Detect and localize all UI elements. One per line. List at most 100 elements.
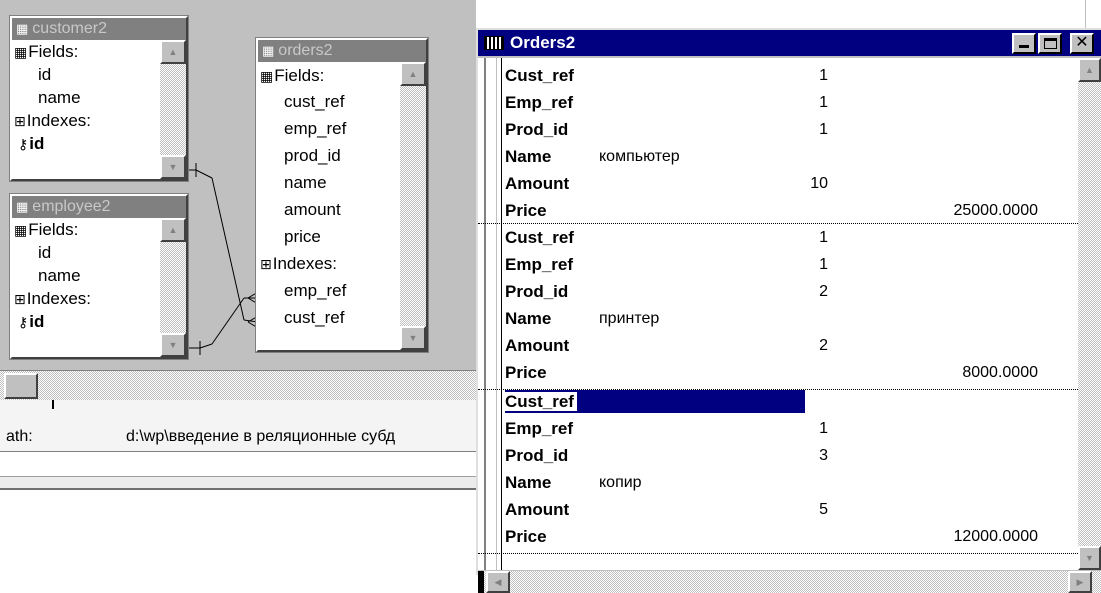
scroll-up-button[interactable]: ▲ bbox=[160, 218, 186, 242]
scroll-down-button[interactable]: ▼ bbox=[160, 155, 186, 179]
field-name[interactable]: Name компьютер bbox=[505, 143, 680, 170]
vertical-scrollbar[interactable]: ▲ ▼ bbox=[400, 62, 426, 350]
value-prod-id[interactable]: 2 bbox=[768, 278, 828, 305]
link-customer-orders bbox=[195, 169, 213, 179]
record-indicator bbox=[478, 571, 484, 593]
value-price[interactable]: 8000.0000 bbox=[898, 359, 1038, 386]
field-name[interactable]: Name принтер bbox=[505, 305, 659, 332]
field-amount[interactable]: Amount bbox=[505, 170, 569, 197]
field-amount[interactable]: Amount bbox=[505, 332, 569, 359]
fields-icon: ▦ bbox=[14, 44, 28, 60]
value-price[interactable]: 12000.0000 bbox=[898, 523, 1038, 550]
table-orders2[interactable]: ▦ orders2 ▦Fields: cust_ref emp_ref prod_… bbox=[255, 37, 429, 353]
value-amount[interactable]: 2 bbox=[768, 332, 828, 359]
path-value: d:\wp\введение в реляционные субд bbox=[126, 428, 396, 445]
table-customer2[interactable]: ▦ customer2 ▦Fields: id name ⊞Indexes: ⚷i… bbox=[9, 15, 189, 182]
form-icon[interactable] bbox=[484, 36, 504, 50]
field-emp-ref[interactable]: Emp_ref bbox=[505, 415, 573, 442]
table-employee2-title[interactable]: ▦ employee2 bbox=[12, 196, 186, 218]
field-prod-id[interactable]: Prod_id bbox=[505, 278, 568, 305]
field-item[interactable]: name bbox=[12, 86, 160, 109]
field-item[interactable]: name bbox=[258, 171, 400, 198]
field-price[interactable]: Price bbox=[505, 359, 547, 386]
vertical-scrollbar[interactable]: ▲ ▼ bbox=[160, 218, 186, 357]
key-icon: ⚷ bbox=[18, 314, 29, 330]
field-item[interactable]: price bbox=[258, 225, 400, 252]
value-name[interactable]: копир bbox=[599, 469, 642, 496]
table-employee2[interactable]: ▦ employee2 ▦Fields: id name ⊞Indexes: ⚷i… bbox=[9, 193, 189, 360]
scroll-up-button[interactable]: ▲ bbox=[400, 62, 426, 86]
maximize-button[interactable] bbox=[1038, 33, 1062, 54]
record-current: Cust_ref 1 Emp_ref 1 Prod_id 3 Name копи… bbox=[478, 386, 1078, 554]
value-amount[interactable]: 5 bbox=[768, 496, 828, 523]
orders2-form-window[interactable]: Orders2 ✕ Cust_ref 1 Emp_ref 1 Prod_id 1… bbox=[476, 28, 1101, 593]
form-horizontal-scrollbar[interactable]: ◀ ▶ bbox=[478, 571, 1101, 593]
indexes-header: ⊞Indexes: bbox=[260, 254, 337, 273]
window-title-bar[interactable]: Orders2 ✕ bbox=[478, 30, 1101, 56]
fields-header: ▦Fields: bbox=[260, 66, 325, 85]
value-cust-ref[interactable]: 1 bbox=[768, 62, 828, 89]
form-vertical-scrollbar[interactable]: ▲ ▼ bbox=[1078, 58, 1101, 570]
field-emp-ref[interactable]: Emp_ref bbox=[505, 251, 573, 278]
field-cust-ref[interactable]: Cust_ref bbox=[505, 224, 574, 251]
scroll-down-button[interactable]: ▼ bbox=[1078, 546, 1101, 570]
scroll-right-button[interactable]: ▶ bbox=[1068, 571, 1092, 593]
fields-icon: ▦ bbox=[260, 68, 274, 84]
scroll-down-button[interactable]: ▼ bbox=[400, 326, 426, 350]
value-prod-id[interactable]: 3 bbox=[768, 442, 828, 469]
table-orders2-title[interactable]: ▦ orders2 bbox=[258, 40, 426, 62]
field-prod-id[interactable]: Prod_id bbox=[505, 442, 568, 469]
table-icon: ▦ bbox=[16, 21, 29, 36]
value-emp-ref[interactable]: 1 bbox=[768, 89, 828, 116]
link-employee-orders-diag bbox=[211, 297, 245, 345]
path-label: ath: bbox=[6, 428, 33, 445]
field-cust-ref[interactable]: Cust_ref bbox=[505, 388, 577, 415]
field-item[interactable]: name bbox=[12, 264, 160, 287]
value-emp-ref[interactable]: 1 bbox=[768, 415, 828, 442]
designer-scroll-thumb[interactable] bbox=[4, 373, 38, 399]
index-item[interactable]: emp_ref bbox=[258, 279, 400, 306]
scroll-up-button[interactable]: ▲ bbox=[160, 40, 186, 64]
field-name[interactable]: Name копир bbox=[505, 469, 642, 496]
field-price[interactable]: Price bbox=[505, 197, 547, 224]
path-row: ath: d:\wp\введение в реляционные субд bbox=[0, 400, 476, 452]
key-icon: ⚷ bbox=[18, 136, 29, 152]
field-item[interactable]: emp_ref bbox=[258, 117, 400, 144]
scroll-left-button[interactable]: ◀ bbox=[486, 571, 510, 593]
records-area[interactable]: Cust_ref 1 Emp_ref 1 Prod_id 1 Name комп… bbox=[478, 58, 1078, 570]
field-prod-id[interactable]: Prod_id bbox=[505, 116, 568, 143]
minimize-icon bbox=[1019, 45, 1029, 48]
field-price[interactable]: Price bbox=[505, 523, 547, 550]
close-button[interactable]: ✕ bbox=[1070, 33, 1094, 54]
indexes-icon: ⊞ bbox=[14, 113, 26, 129]
index-item[interactable]: ⚷id bbox=[12, 132, 160, 155]
value-prod-id[interactable]: 1 bbox=[768, 116, 828, 143]
vertical-scrollbar[interactable]: ▲ ▼ bbox=[160, 40, 186, 179]
field-emp-ref[interactable]: Emp_ref bbox=[505, 89, 573, 116]
field-item[interactable]: id bbox=[12, 63, 160, 86]
designer-horizontal-scrollbar[interactable] bbox=[0, 370, 476, 400]
background-window-edge bbox=[1085, 0, 1101, 28]
record-separator bbox=[478, 553, 1078, 554]
field-amount[interactable]: Amount bbox=[505, 496, 569, 523]
field-item[interactable]: prod_id bbox=[258, 144, 400, 171]
indexes-icon: ⊞ bbox=[260, 256, 272, 272]
index-item[interactable]: ⚷id bbox=[12, 310, 160, 333]
value-name[interactable]: компьютер bbox=[599, 143, 680, 170]
table-customer2-title[interactable]: ▦ customer2 bbox=[12, 18, 186, 40]
value-cust-ref[interactable]: 1 bbox=[768, 224, 828, 251]
value-price[interactable]: 25000.0000 bbox=[898, 197, 1038, 224]
scroll-up-button[interactable]: ▲ bbox=[1078, 58, 1101, 82]
field-item[interactable]: amount bbox=[258, 198, 400, 225]
link-employee-orders bbox=[199, 343, 213, 349]
scroll-down-button[interactable]: ▼ bbox=[160, 333, 186, 357]
value-cust-ref-selected[interactable]: 1 bbox=[768, 388, 828, 415]
field-cust-ref[interactable]: Cust_ref bbox=[505, 62, 574, 89]
field-item[interactable]: cust_ref bbox=[258, 90, 400, 117]
value-emp-ref[interactable]: 1 bbox=[768, 251, 828, 278]
minimize-button[interactable] bbox=[1012, 33, 1036, 54]
value-name[interactable]: принтер bbox=[599, 305, 659, 332]
field-item[interactable]: id bbox=[12, 241, 160, 264]
index-item[interactable]: cust_ref bbox=[258, 306, 400, 333]
value-amount[interactable]: 10 bbox=[768, 170, 828, 197]
